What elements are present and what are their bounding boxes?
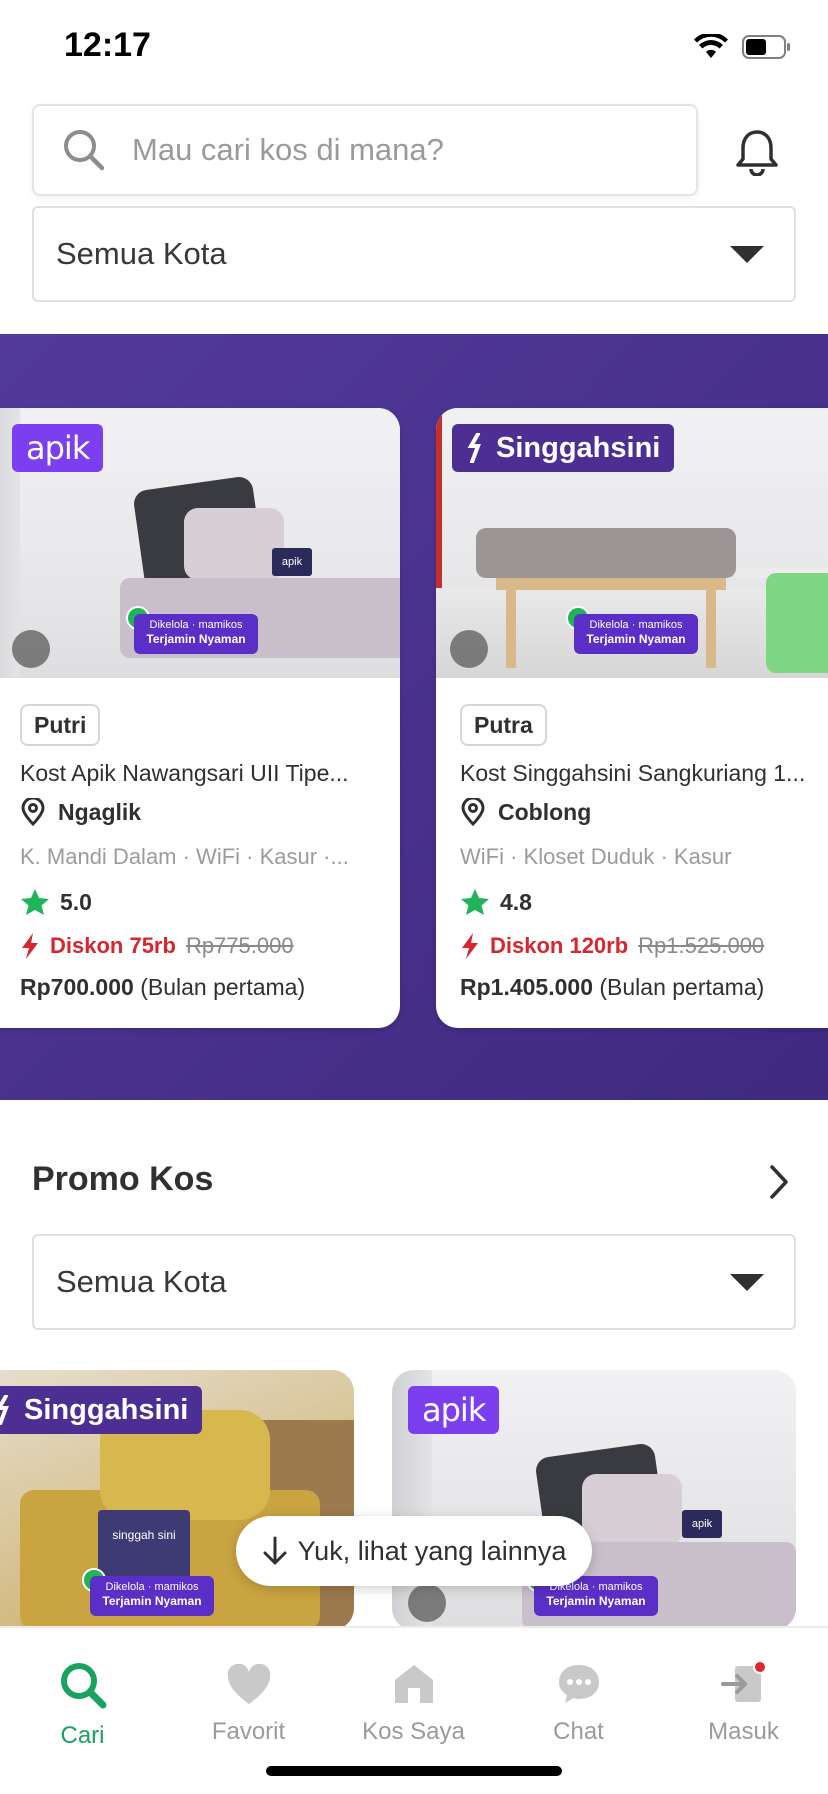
kos-price: Rp700.000 (Bulan pertama) — [20, 974, 305, 1001]
singgahsini-logo-icon — [467, 433, 481, 463]
kos-facilities: K. Mandi Dalam · WiFi · Kasur ·... — [20, 844, 349, 869]
rating-value: 4.8 — [500, 888, 532, 915]
area-label: Coblong — [498, 798, 592, 825]
nav-item-cari[interactable]: Cari — [0, 1628, 165, 1750]
location-pin-icon — [21, 798, 45, 826]
singgahsini-logo-icon — [0, 1395, 9, 1425]
kos-rating: 4.8 — [460, 888, 532, 916]
city-dropdown-label: Semua Kota — [56, 1264, 227, 1299]
promo-kos-card[interactable]: apik apik Dikelola · mamikos Terjamin Ny… — [392, 1370, 796, 1630]
managed-tag: Dikelola · mamikos Terjamin Nyaman — [90, 1576, 214, 1616]
room-photo: Singgahsini Dikelola · mamikos Terjamin … — [436, 408, 828, 678]
nav-item-masuk[interactable]: Masuk — [661, 1628, 826, 1746]
battery-icon — [742, 35, 790, 59]
status-icons — [694, 34, 792, 60]
wifi-icon — [694, 34, 728, 58]
nav-label: Chat — [553, 1718, 604, 1745]
megaphone-icon — [450, 630, 488, 668]
discount-label: Diskon 120rb — [490, 933, 629, 958]
nav-label: Kos Saya — [362, 1718, 465, 1745]
apik-badge: apik — [408, 1386, 500, 1434]
nav-item-favorit[interactable]: Favorit — [166, 1628, 331, 1746]
bell-icon[interactable] — [734, 128, 780, 176]
arrow-down-icon — [263, 1536, 287, 1565]
flash-icon — [462, 933, 478, 959]
price-value: Rp1.405.000 — [460, 974, 593, 1000]
kos-discount: Diskon 120rb Rp1.525.000 — [460, 932, 764, 960]
search-input[interactable] — [130, 131, 674, 169]
kos-card[interactable]: Singgahsini Dikelola · mamikos Terjamin … — [436, 408, 828, 1028]
nav-label: Cari — [60, 1722, 105, 1749]
search-icon — [64, 130, 105, 171]
status-time: 12:17 — [64, 26, 151, 64]
managed-tag: Dikelola · mamikos Terjamin Nyaman — [574, 614, 698, 654]
city-dropdown-label: Semua Kota — [56, 236, 227, 271]
gender-badge: Putra — [460, 704, 547, 746]
search-icon — [60, 1663, 106, 1709]
megaphone-icon — [12, 630, 50, 668]
rating-value: 5.0 — [60, 888, 92, 915]
room-photo: apik apik Dikelola · mamikos Terjamin Ny… — [0, 408, 400, 678]
nav-item-chat[interactable]: Chat — [496, 1628, 661, 1746]
price-value: Rp700.000 — [20, 974, 134, 1000]
see-more-button[interactable]: Yuk, lihat yang lainnya — [236, 1516, 592, 1586]
promo-section-title: Promo Kos — [32, 1160, 214, 1198]
nav-item-kos-saya[interactable]: Kos Saya — [331, 1628, 496, 1746]
star-icon — [461, 889, 489, 915]
heart-icon — [227, 1664, 270, 1704]
chevron-down-icon — [730, 245, 764, 263]
see-more-label: Yuk, lihat yang lainnya — [297, 1535, 567, 1566]
singgahsini-badge: Singgahsini — [452, 424, 675, 472]
kos-discount: Diskon 75rb Rp775.000 — [20, 932, 294, 960]
chevron-down-icon — [730, 1273, 764, 1291]
featured-banner: apik apik Dikelola · mamikos Terjamin Ny… — [0, 334, 828, 1100]
price-note: (Bulan pertama) — [599, 974, 765, 1000]
discount-label: Diskon 75rb — [50, 933, 176, 958]
pillow-label: apik — [682, 1510, 722, 1538]
gender-badge: Putri — [20, 704, 101, 746]
login-icon — [720, 1660, 767, 1702]
kos-title: Kost Singgahsini Sangkuriang 1... — [460, 760, 806, 786]
old-price: Rp775.000 — [185, 933, 294, 958]
home-indicator — [266, 1766, 562, 1776]
pillow-label: apik — [272, 548, 312, 576]
kos-area: Coblong — [460, 798, 591, 826]
kos-area: Ngaglik — [20, 798, 141, 826]
star-icon — [21, 889, 49, 915]
kos-price: Rp1.405.000 (Bulan pertama) — [460, 974, 764, 1001]
kos-card[interactable]: apik apik Dikelola · mamikos Terjamin Ny… — [0, 408, 400, 1028]
city-dropdown[interactable]: Semua Kota — [32, 206, 796, 302]
price-note: (Bulan pertama) — [140, 974, 306, 1000]
home-icon — [394, 1665, 433, 1703]
old-price: Rp1.525.000 — [638, 933, 765, 958]
location-pin-icon — [461, 798, 485, 826]
kos-title: Kost Apik Nawangsari UII Tipe... — [20, 760, 349, 786]
megaphone-icon — [408, 1584, 446, 1622]
chevron-right-icon[interactable] — [768, 1164, 790, 1200]
singgahsini-badge: Singgahsini — [0, 1386, 203, 1434]
area-label: Ngaglik — [58, 798, 142, 825]
kos-rating: 5.0 — [20, 888, 92, 916]
nav-label: Masuk — [708, 1718, 779, 1745]
search-bar[interactable] — [32, 104, 698, 196]
kos-facilities: WiFi · Kloset Duduk · Kasur — [460, 844, 732, 869]
promo-kos-card[interactable]: singgah sini Singgahsini Dikelola · mami… — [0, 1370, 354, 1630]
chat-bubble-icon — [558, 1665, 599, 1703]
apik-badge: apik — [12, 424, 104, 472]
promo-city-dropdown[interactable]: Semua Kota — [32, 1234, 796, 1330]
pillow-label: singgah sini — [98, 1510, 190, 1580]
managed-tag: Dikelola · mamikos Terjamin Nyaman — [134, 614, 258, 654]
flash-icon — [22, 933, 38, 959]
nav-label: Favorit — [211, 1718, 286, 1745]
